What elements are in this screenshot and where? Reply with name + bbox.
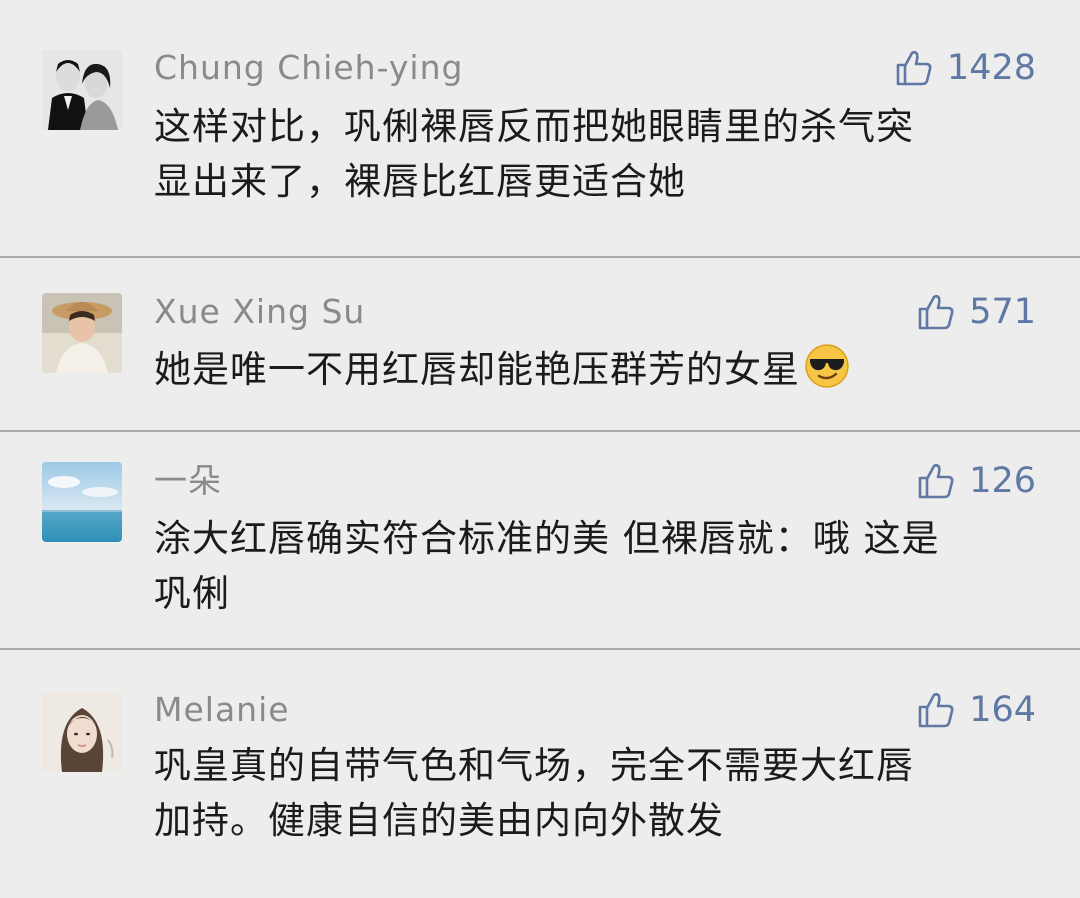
comment-text-line: 涂大红唇确实符合标准的美 但裸唇就：哦 这是	[154, 517, 940, 560]
thumbs-up-icon	[918, 463, 954, 499]
comment-text-line: 这样对比，巩俐裸唇反而把她眼睛里的杀气突	[154, 105, 914, 148]
comment-list: Chung Chieh-ying 1428 这样对比，巩俐裸唇反而把她眼睛里的杀…	[0, 0, 1080, 898]
comment-author[interactable]: 一朵	[154, 461, 222, 501]
sunglasses-emoji-icon	[805, 344, 849, 388]
comment-text: 涂大红唇确实符合标准的美 但裸唇就：哦 这是 巩俐	[154, 511, 1034, 621]
woman-in-hat-avatar[interactable]	[42, 293, 122, 373]
like-count: 164	[969, 690, 1036, 730]
comment-item: 一朵 126 涂大红唇确实符合标准的美 但裸唇就：哦 这是 巩俐	[0, 432, 1080, 648]
comment-item: Xue Xing Su 571 她是唯一不用红唇却能艳压群芳的女星	[0, 258, 1080, 430]
comment-item: Melanie 164 巩皇真的自带气色和气场，完全不需要大红唇 加持。健康自信…	[0, 650, 1080, 898]
comment-text-line: 巩皇真的自带气色和气场，完全不需要大红唇	[154, 744, 914, 787]
comment-text-line: 巩俐	[154, 572, 230, 615]
couple-photo-avatar[interactable]	[42, 50, 122, 130]
comment-author[interactable]: Chung Chieh-ying	[154, 48, 463, 88]
like-button[interactable]: 164	[917, 690, 1036, 730]
like-button[interactable]: 571	[917, 292, 1036, 332]
comment-author[interactable]: Melanie	[154, 690, 290, 730]
thumbs-up-icon	[918, 294, 954, 330]
sea-and-sky-avatar[interactable]	[42, 462, 122, 542]
thumbs-up-icon	[896, 50, 932, 86]
comment-text-line: 显出来了，裸唇比红唇更适合她	[154, 160, 686, 203]
like-count: 126	[969, 461, 1036, 501]
like-button[interactable]: 1428	[895, 48, 1036, 88]
comment-author[interactable]: Xue Xing Su	[154, 292, 365, 332]
comment-text-line: 加持。健康自信的美由内向外散发	[154, 799, 724, 842]
like-count: 1428	[946, 48, 1036, 88]
comment-text: 巩皇真的自带气色和气场，完全不需要大红唇 加持。健康自信的美由内向外散发	[154, 738, 1034, 848]
comment-text: 她是唯一不用红唇却能艳压群芳的女星	[154, 342, 1034, 397]
comment-text-line: 她是唯一不用红唇却能艳压群芳的女星	[154, 348, 800, 391]
thumbs-up-icon	[918, 692, 954, 728]
comment-item: Chung Chieh-ying 1428 这样对比，巩俐裸唇反而把她眼睛里的杀…	[0, 0, 1080, 256]
like-button[interactable]: 126	[917, 461, 1036, 501]
comment-text: 这样对比，巩俐裸唇反而把她眼睛里的杀气突 显出来了，裸唇比红唇更适合她	[154, 99, 1034, 209]
woman-portrait-avatar[interactable]	[42, 692, 122, 772]
like-count: 571	[969, 292, 1036, 332]
